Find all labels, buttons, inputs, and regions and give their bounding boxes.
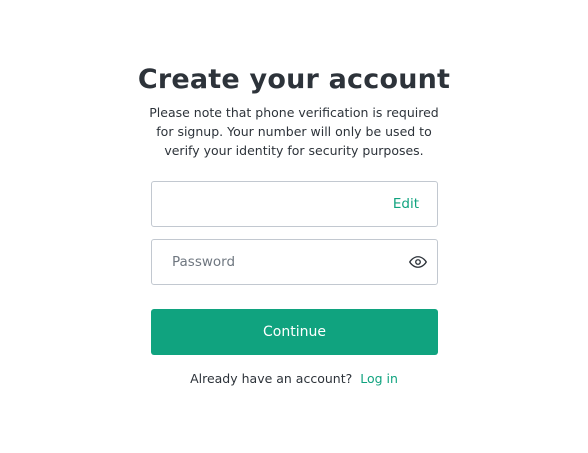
signup-page: Create your account Please note that pho… [0,0,588,453]
password-input[interactable] [152,240,402,284]
email-input[interactable] [152,182,402,226]
login-link[interactable]: Log in [360,371,398,386]
eye-icon[interactable] [409,253,427,271]
page-title: Create your account [137,64,451,95]
page-subtitle: Please note that phone verification is r… [149,105,439,158]
login-prompt: Already have an account? Log in [0,370,588,388]
edit-email-link[interactable]: Edit [393,182,419,226]
login-prompt-text: Already have an account? [190,371,353,386]
email-field: Edit [151,181,438,227]
continue-button[interactable]: Continue [151,309,438,355]
password-field [151,239,438,285]
